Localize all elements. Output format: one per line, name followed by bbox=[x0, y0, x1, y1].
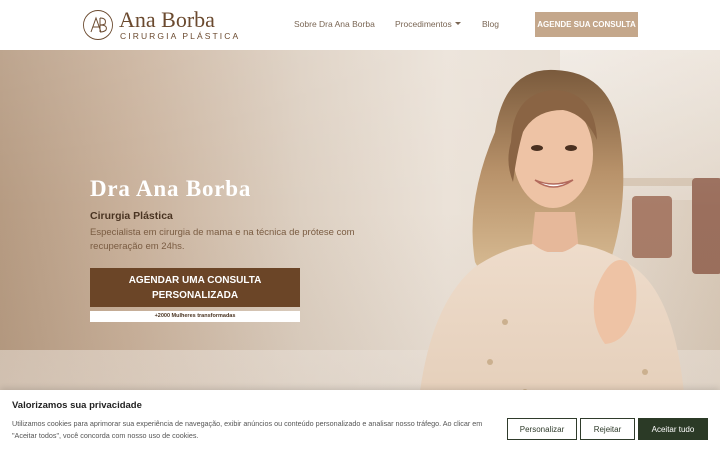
site-header: Ana Borba CIRURGIA PLÁSTICA Sobre Dra An… bbox=[0, 0, 720, 50]
hero-subtitle: Cirurgia Plástica bbox=[90, 210, 173, 222]
hero-title: Dra Ana Borba bbox=[90, 176, 252, 201]
cookie-consent-banner: Valorizamos sua privacidade Utilizamos c… bbox=[0, 390, 720, 450]
cookie-banner-title: Valorizamos sua privacidade bbox=[12, 400, 142, 411]
schedule-consultation-button[interactable]: AGENDE SUA CONSULTA bbox=[535, 12, 638, 37]
monogram-logo-icon bbox=[83, 10, 113, 40]
caret-down-icon bbox=[454, 22, 461, 25]
nav-link-procedures-label: Procedimentos bbox=[395, 19, 452, 29]
logo[interactable]: Ana Borba CIRURGIA PLÁSTICA bbox=[82, 8, 242, 42]
accept-all-cookies-button[interactable]: Aceitar tudo bbox=[638, 418, 708, 440]
nav-link-procedures[interactable]: Procedimentos bbox=[395, 18, 461, 30]
nav-link-about[interactable]: Sobre Dra Ana Borba bbox=[294, 18, 375, 30]
transformed-women-badge: +2000 Mulheres transformadas bbox=[90, 311, 300, 322]
customize-cookies-button[interactable]: Personalizar bbox=[507, 418, 577, 440]
nav-link-blog[interactable]: Blog bbox=[482, 18, 499, 30]
hero-description: Especialista em cirurgia de mama e na té… bbox=[90, 227, 355, 252]
logo-name: Ana Borba bbox=[119, 7, 215, 32]
schedule-personalized-consultation-button[interactable]: AGENDAR UMA CONSULTA PERSONALIZADA bbox=[90, 268, 300, 307]
logo-tagline: CIRURGIA PLÁSTICA bbox=[120, 31, 241, 41]
cookie-banner-text: Utilizamos cookies para aprimorar sua ex… bbox=[12, 419, 483, 440]
reject-cookies-button[interactable]: Rejeitar bbox=[580, 418, 635, 440]
